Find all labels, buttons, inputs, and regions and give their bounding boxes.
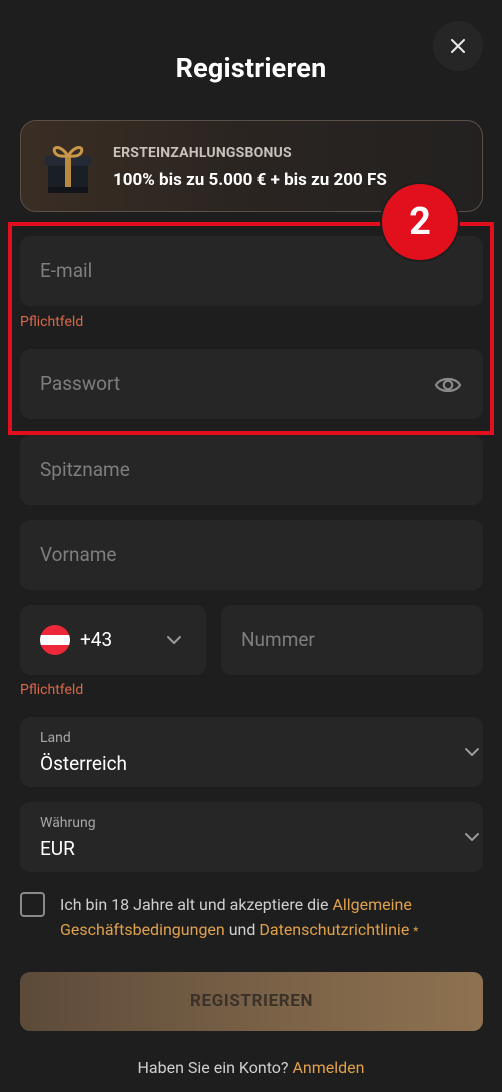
- annotation-badge: 2: [382, 184, 458, 260]
- nickname-placeholder: Spitzname: [40, 458, 130, 481]
- country-code-value: +43: [80, 628, 113, 651]
- terms-checkbox[interactable]: [20, 892, 45, 917]
- currency-value: EUR: [40, 837, 75, 860]
- login-prompt-text: Haben Sie ein Konto?: [137, 1058, 293, 1077]
- country-select[interactable]: Land Österreich: [20, 717, 483, 787]
- currency-label: Währung: [40, 815, 96, 831]
- nickname-field[interactable]: Spitzname: [20, 435, 483, 505]
- required-mark: *: [413, 924, 419, 938]
- modal-title: Registrieren: [175, 52, 327, 84]
- austria-flag-icon: [40, 625, 70, 655]
- gift-icon: [45, 146, 91, 193]
- bonus-text: 100% bis zu 5.000 € + bis zu 200 FS: [113, 170, 387, 190]
- currency-select[interactable]: Währung EUR: [20, 802, 483, 872]
- firstname-placeholder: Vorname: [40, 543, 117, 566]
- country-value: Österreich: [40, 752, 127, 775]
- chevron-down-icon: [167, 636, 181, 644]
- phone-error: Pflichtfeld: [20, 682, 84, 698]
- close-icon: [451, 39, 465, 53]
- firstname-field[interactable]: Vorname: [20, 520, 483, 590]
- chevron-down-icon: [465, 833, 479, 841]
- chevron-down-icon: [465, 748, 479, 756]
- terms-text: Ich bin 18 Jahre alt und akzeptiere die …: [60, 892, 480, 944]
- login-prompt: Haben Sie ein Konto? Anmelden: [0, 1058, 502, 1077]
- terms-prefix: Ich bin 18 Jahre alt und akzeptiere die: [60, 895, 333, 914]
- privacy-link[interactable]: Datenschutzrichtlinie: [259, 920, 409, 939]
- phone-number-placeholder: Nummer: [241, 628, 315, 651]
- country-label: Land: [40, 730, 71, 746]
- register-button[interactable]: REGISTRIEREN: [20, 972, 483, 1031]
- terms-middle: und: [224, 920, 260, 939]
- bonus-label: ERSTEINZAHLUNGSBONUS: [113, 145, 292, 161]
- login-link[interactable]: Anmelden: [292, 1058, 364, 1077]
- phone-number-field[interactable]: Nummer: [221, 605, 483, 675]
- country-code-select[interactable]: +43: [20, 605, 206, 675]
